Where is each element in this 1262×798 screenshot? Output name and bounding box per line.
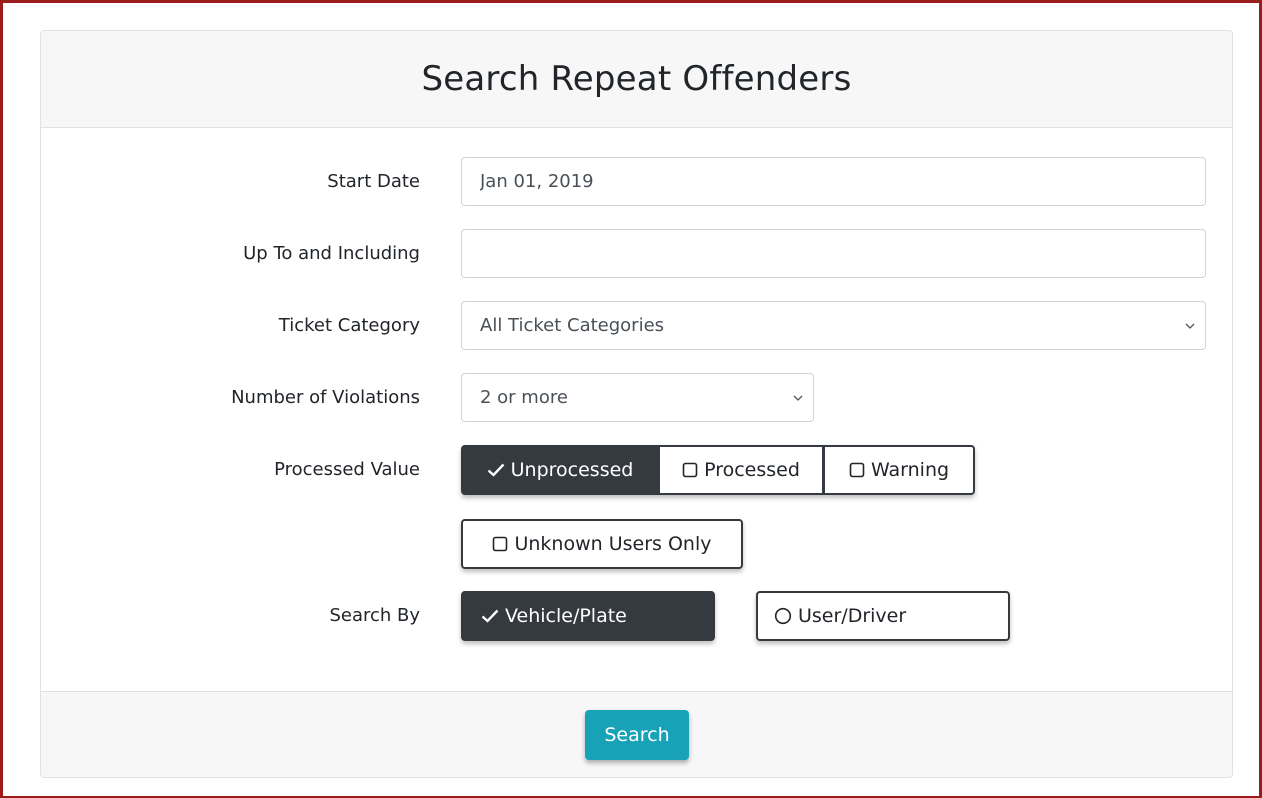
chevron-down-icon — [791, 391, 805, 405]
user-driver-wrapper: User/Driver — [756, 591, 1010, 641]
card-footer: Search — [41, 691, 1232, 777]
page-title: Search Repeat Offenders — [421, 59, 852, 99]
end-date-input[interactable] — [480, 230, 1205, 277]
vehicle-plate-wrapper: Vehicle/Plate — [461, 591, 715, 641]
start-date-input[interactable] — [480, 158, 1205, 205]
ticket-category-value: All Ticket Categories — [480, 315, 665, 336]
unknown-users-toggle[interactable]: Unknown Users Only — [461, 519, 743, 569]
user-driver-radio[interactable]: User/Driver — [756, 591, 1010, 641]
processed-toggle-group: Unprocessed Processed Warning — [461, 445, 975, 495]
ticket-category-label: Ticket Category — [278, 315, 420, 336]
card-body: Start Date Up To and Including Ticket Ca… — [41, 128, 1232, 692]
check-icon — [487, 463, 505, 477]
processed-option-label: Processed — [704, 459, 800, 481]
search-card: Search Repeat Offenders Start Date Up To… — [40, 30, 1233, 778]
unprocessed-label: Unprocessed — [510, 459, 634, 481]
end-date-label: Up To and Including — [243, 243, 420, 264]
checkbox-empty-icon — [682, 462, 698, 478]
warning-toggle[interactable]: Warning — [823, 445, 975, 495]
user-driver-label: User/Driver — [798, 605, 907, 627]
end-date-field[interactable] — [461, 229, 1206, 278]
search-button[interactable]: Search — [585, 710, 689, 760]
unknown-users-label: Unknown Users Only — [514, 533, 712, 555]
vehicle-plate-label: Vehicle/Plate — [505, 605, 627, 627]
chevron-down-icon — [1183, 319, 1197, 333]
card-header: Search Repeat Offenders — [41, 31, 1232, 128]
checkbox-empty-icon — [849, 462, 865, 478]
violations-value: 2 or more — [480, 387, 568, 408]
start-date-label: Start Date — [327, 171, 420, 192]
check-icon — [481, 609, 499, 623]
checkbox-empty-icon — [492, 536, 508, 552]
processed-label: Processed Value — [274, 459, 420, 480]
start-date-field[interactable] — [461, 157, 1206, 206]
vehicle-plate-radio[interactable]: Vehicle/Plate — [461, 591, 715, 641]
violations-select[interactable]: 2 or more — [461, 373, 814, 422]
search-by-label: Search By — [329, 605, 420, 626]
radio-empty-icon — [774, 607, 792, 625]
ticket-category-select[interactable]: All Ticket Categories — [461, 301, 1206, 350]
unknown-users-wrapper: Unknown Users Only — [461, 519, 743, 569]
processed-toggle[interactable]: Processed — [659, 445, 823, 495]
warning-label: Warning — [870, 459, 950, 481]
violations-label: Number of Violations — [231, 387, 420, 408]
unprocessed-toggle[interactable]: Unprocessed — [461, 445, 659, 495]
